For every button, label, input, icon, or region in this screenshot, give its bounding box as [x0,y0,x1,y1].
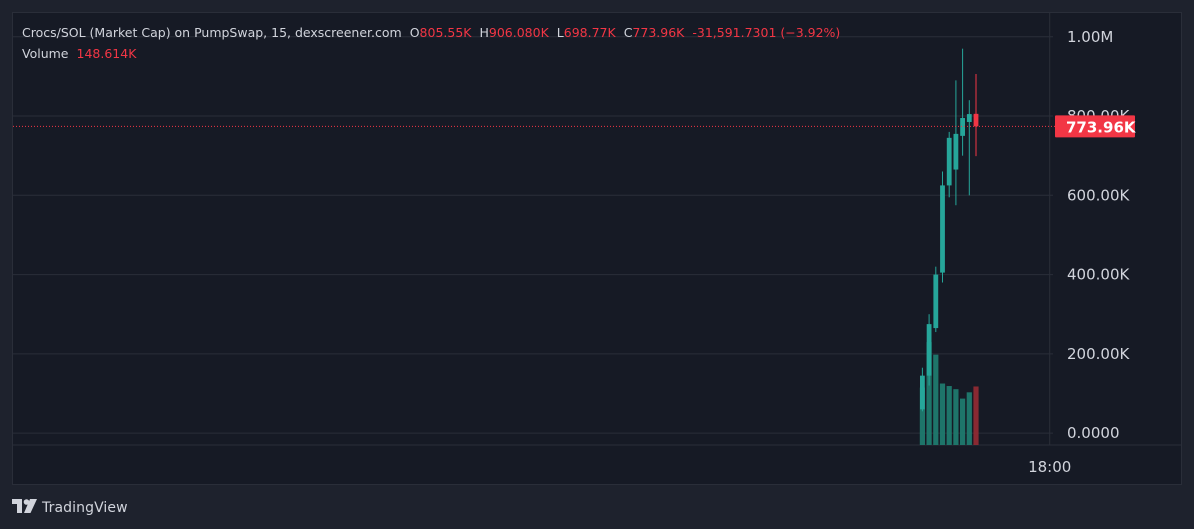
volume-bar [946,386,952,445]
price-axis-tick-label: 0.0000 [1067,424,1120,442]
high-label: H [479,25,489,40]
candle-body [946,137,952,186]
high-value: 906.080K [488,25,549,40]
volume-bar [960,398,966,445]
volume-value: 148.614K [76,46,137,61]
volume-bar [966,392,972,445]
current-price-tag: 773.96K [1055,115,1137,138]
grid-lines [13,13,1181,446]
price-axis-tick-label: 1.00M [1067,28,1113,46]
chart-frame[interactable]: 1.00M800.00K600.00K400.00K200.00K0.00007… [12,12,1182,485]
candle-body [966,114,972,122]
price-axis-tick-label: 600.00K [1067,186,1130,204]
volume-bar [953,389,959,445]
volume-bar [973,386,979,445]
open-value: 805.55K [419,25,472,40]
candle-body [973,113,979,127]
current-price-tag-label: 773.96K [1066,118,1137,136]
candle-body [960,118,965,136]
close-value: 773.96K [632,25,685,40]
ohlc-legend: Crocs/SOL (Market Cap) on PumpSwap, 15, … [22,25,840,40]
candle-body [940,185,945,273]
volume-legend: Volume 148.614K [22,46,136,61]
candle-body [926,324,932,376]
time-axis[interactable]: 18:00 [1028,458,1071,476]
volume-bar [939,383,946,445]
low-value: 698.77K [563,25,616,40]
tradingview-brand[interactable]: TradingView [42,500,128,516]
price-axis-tick-label: 400.00K [1067,266,1130,284]
price-axis[interactable]: 1.00M800.00K600.00K400.00K200.00K0.00007… [1055,28,1137,442]
open-label: O [409,25,420,40]
price-axis-tick-label: 200.00K [1067,345,1130,363]
volume-label: Volume [22,46,69,61]
chart-canvas[interactable]: 1.00M800.00K600.00K400.00K200.00K0.00007… [13,13,1181,484]
tradingview-logo-icon[interactable] [12,499,38,517]
candle-body [953,133,959,170]
change-value: -31,591.7301 (−3.92%) [692,25,841,40]
candlesticks [920,48,979,412]
candle-body [933,274,939,329]
candle-body [920,375,925,410]
volume-bar [933,354,939,445]
time-axis-tick-label: 18:00 [1028,458,1071,476]
chart-title: Crocs/SOL (Market Cap) on PumpSwap, 15, … [22,25,402,40]
footer: TradingView [12,497,128,519]
low-label: L [556,25,564,40]
